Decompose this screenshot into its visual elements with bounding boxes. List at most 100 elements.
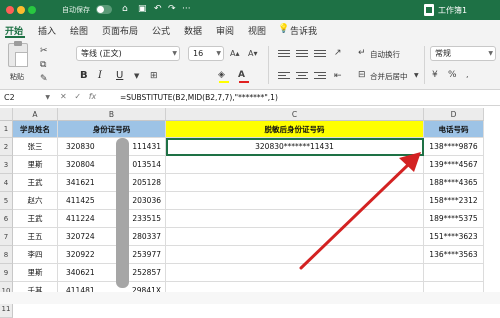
merge-icon[interactable]: ⊟: [358, 70, 366, 80]
name-cell[interactable]: 张三: [13, 138, 58, 156]
tab-formulas[interactable]: 公式: [152, 24, 170, 37]
phone-cell[interactable]: 151****3623: [424, 228, 484, 246]
align-middle-icon[interactable]: [296, 50, 308, 59]
id-number-cell[interactable]: 320804 013514: [58, 156, 166, 174]
row-header-9[interactable]: 9: [0, 264, 13, 282]
bold-button[interactable]: B: [80, 70, 88, 82]
font-color-icon[interactable]: A: [238, 70, 245, 80]
paste-label[interactable]: 粘贴: [10, 72, 24, 82]
chevron-down-icon[interactable]: ▼: [134, 71, 139, 81]
masked-id-cell[interactable]: [166, 210, 424, 228]
minimize-window-button[interactable]: [17, 6, 25, 14]
name-cell[interactable]: 赵六: [13, 192, 58, 210]
masked-id-cell[interactable]: [166, 174, 424, 192]
phone-cell[interactable]: 189****5375: [424, 210, 484, 228]
masked-id-cell[interactable]: [166, 192, 424, 210]
phone-cell[interactable]: 136****3563: [424, 246, 484, 264]
select-all-corner[interactable]: [0, 108, 13, 121]
id-number-cell[interactable]: 320830 111431: [58, 138, 166, 156]
name-cell[interactable]: 李四: [13, 246, 58, 264]
column-header-c[interactable]: C: [166, 108, 424, 121]
row-header-3[interactable]: 3: [0, 156, 13, 174]
row-header-7[interactable]: 7: [0, 228, 13, 246]
zoom-window-button[interactable]: [28, 6, 36, 14]
header-cell-id[interactable]: 身份证号码: [58, 121, 166, 138]
redo-icon[interactable]: ↷: [168, 4, 176, 15]
align-right-icon[interactable]: [314, 72, 326, 81]
percent-icon[interactable]: %: [448, 70, 457, 80]
align-top-icon[interactable]: [278, 50, 290, 59]
number-format-select[interactable]: 常规 ▼: [430, 46, 496, 61]
align-bottom-icon[interactable]: [314, 50, 326, 59]
confirm-icon[interactable]: ✓: [74, 92, 81, 101]
name-cell[interactable]: 王五: [13, 228, 58, 246]
id-number-cell[interactable]: 320724 280337: [58, 228, 166, 246]
phone-cell[interactable]: [424, 264, 484, 282]
phone-cell[interactable]: 188****4365: [424, 174, 484, 192]
name-cell[interactable]: 里斯: [13, 156, 58, 174]
id-number-cell[interactable]: 411224 233515: [58, 210, 166, 228]
paste-icon[interactable]: [8, 41, 28, 67]
row-header-1[interactable]: 1: [0, 121, 13, 138]
formula-input[interactable]: =SUBSTITUTE(B2,MID(B2,7,7),"*******",1): [120, 93, 278, 102]
header-cell-name[interactable]: 学员姓名: [13, 121, 58, 138]
more-icon[interactable]: ···: [182, 4, 191, 15]
masked-id-cell[interactable]: [166, 264, 424, 282]
cancel-icon[interactable]: ✕: [60, 92, 67, 101]
header-cell-masked-id[interactable]: 脱敏后身份证号码: [166, 121, 424, 138]
increase-font-icon[interactable]: A▴: [230, 49, 240, 59]
copy-icon[interactable]: ⧉: [40, 60, 46, 70]
header-cell-phone[interactable]: 电话号码: [424, 121, 484, 138]
column-header-b[interactable]: B: [58, 108, 166, 121]
cut-icon[interactable]: ✂: [40, 46, 48, 56]
save-icon[interactable]: ▣: [138, 4, 147, 15]
masked-id-cell[interactable]: [166, 246, 424, 264]
decrease-font-icon[interactable]: A▾: [248, 49, 258, 59]
function-icon[interactable]: fx: [89, 92, 97, 101]
masked-id-cell[interactable]: [166, 228, 424, 246]
orientation-icon[interactable]: ↗: [334, 48, 342, 58]
column-header-a[interactable]: A: [13, 108, 58, 121]
font-size-select[interactable]: 16 ▼: [188, 46, 224, 61]
fill-color-icon[interactable]: ◈: [218, 70, 225, 80]
column-header-d[interactable]: D: [424, 108, 484, 121]
currency-icon[interactable]: ¥: [432, 70, 438, 80]
tab-page-layout[interactable]: 页面布局: [102, 24, 138, 37]
borders-icon[interactable]: ⊞: [150, 71, 158, 81]
row-header-8[interactable]: 8: [0, 246, 13, 264]
id-number-cell[interactable]: 320922 253977: [58, 246, 166, 264]
id-number-cell[interactable]: 411425 203036: [58, 192, 166, 210]
undo-icon[interactable]: ↶: [154, 4, 162, 15]
name-cell[interactable]: 王武: [13, 174, 58, 192]
comma-style-icon[interactable]: ,: [466, 70, 469, 80]
italic-button[interactable]: I: [98, 70, 102, 82]
align-center-icon[interactable]: [296, 72, 308, 81]
tell-me-button[interactable]: 告诉我: [290, 24, 317, 37]
name-box[interactable]: C2 ▼: [2, 91, 52, 104]
masked-id-cell[interactable]: 320830*******11431: [166, 138, 424, 156]
tab-insert[interactable]: 插入: [38, 24, 56, 37]
wrap-text-button[interactable]: 自动换行: [370, 49, 400, 60]
tab-review[interactable]: 审阅: [216, 24, 234, 37]
underline-button[interactable]: U: [116, 70, 123, 82]
phone-cell[interactable]: 138****9876: [424, 138, 484, 156]
merge-center-button[interactable]: 合并后居中: [370, 71, 408, 82]
id-number-cell[interactable]: 341621 205128: [58, 174, 166, 192]
tab-draw[interactable]: 绘图: [70, 24, 88, 37]
masked-id-cell[interactable]: [166, 156, 424, 174]
name-cell[interactable]: 里斯: [13, 264, 58, 282]
home-icon[interactable]: ⌂: [122, 4, 128, 15]
font-name-select[interactable]: 等线 (正文) ▼: [76, 46, 180, 61]
phone-cell[interactable]: 158****2312: [424, 192, 484, 210]
row-header-4[interactable]: 4: [0, 174, 13, 192]
phone-cell[interactable]: 139****4567: [424, 156, 484, 174]
autosave-toggle[interactable]: [96, 5, 112, 14]
id-number-cell[interactable]: 340621 252857: [58, 264, 166, 282]
align-left-icon[interactable]: [278, 72, 290, 81]
row-header-2[interactable]: 2: [0, 138, 13, 156]
close-window-button[interactable]: [6, 6, 14, 14]
indent-icon[interactable]: ⇤: [334, 71, 342, 81]
lightbulb-icon[interactable]: 💡: [278, 24, 289, 34]
wrap-text-icon[interactable]: ↵: [358, 48, 366, 58]
format-painter-icon[interactable]: ✎: [40, 74, 48, 84]
